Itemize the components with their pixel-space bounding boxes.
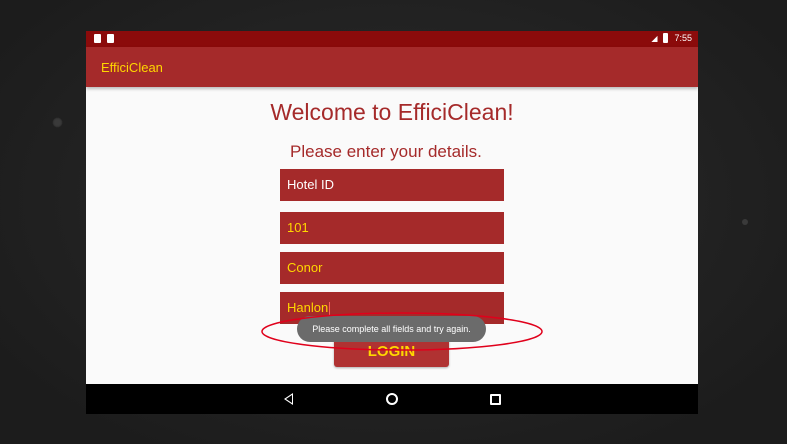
app-title: EfficiClean [101,60,163,75]
device-screen: ◢ 7:55 EfficiClean Welcome to EfficiClea… [86,31,698,414]
camera-lens [52,117,63,128]
app-bar: EfficiClean [86,47,698,87]
annotation-ellipse [261,312,543,351]
details-prompt: Please enter your details. [290,142,482,161]
signal-icon: ◢ [651,33,658,43]
first-name-field[interactable]: Conor [280,252,504,284]
room-id-field[interactable]: 101 [280,212,504,244]
status-bar: ◢ 7:55 [86,31,698,47]
status-time: 7:55 [674,33,692,43]
back-icon[interactable] [284,393,293,405]
first-name-value: Conor [287,260,323,275]
notification-icon [94,34,101,43]
android-icon [107,34,114,43]
sensor-dot [742,219,748,225]
navigation-bar [86,384,698,414]
room-id-value: 101 [287,220,309,235]
hotel-id-placeholder: Hotel ID [287,177,334,192]
battery-icon [663,33,669,43]
hotel-id-field[interactable]: Hotel ID [280,169,504,201]
home-icon[interactable] [386,393,398,405]
welcome-heading: Welcome to EfficiClean! [270,99,514,125]
recents-icon[interactable] [490,394,501,405]
